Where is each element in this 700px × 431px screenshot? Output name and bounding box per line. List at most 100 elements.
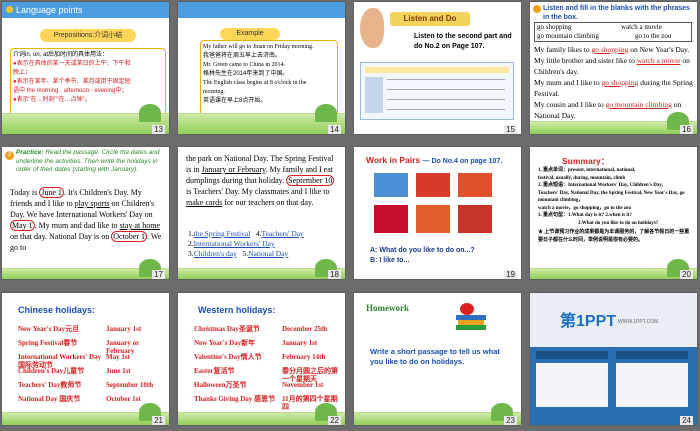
slide-24[interactable]: 第1PPT WWW.1PPT.COM 24 — [530, 293, 697, 425]
holiday-date: May 1st — [106, 353, 130, 361]
fill-text: My family likes to go shopping on New Ye… — [534, 45, 693, 120]
summary-body: 1. 重点单词：present, international, national… — [538, 168, 690, 243]
example-pill: Example — [220, 28, 280, 40]
holiday-date: November 1st — [282, 381, 324, 389]
logo-panel: 第1PPT WWW.1PPT.COM — [530, 293, 697, 347]
slide-17[interactable]: 3 Practice: Read the passage. Circle the… — [2, 147, 169, 279]
answer: Children's day — [193, 249, 237, 258]
circled-date: September 10 — [286, 175, 335, 186]
logo-url: WWW.1PPT.COM — [618, 319, 659, 325]
holiday-name: New Year's Day元旦 — [18, 325, 80, 333]
holiday-date: January 1st — [282, 339, 318, 347]
phrase-box: go shopping watch a movie go mountain cl… — [534, 22, 692, 42]
info-block — [616, 351, 688, 359]
info-block — [536, 351, 608, 359]
instruction: Listen and fill in the blanks with the p… — [543, 5, 691, 21]
answer: Teachers' Day — [261, 229, 304, 238]
footer-grass — [354, 403, 521, 425]
exercise-image — [360, 62, 514, 120]
line: The English class begins at 8 o'clock in… — [203, 80, 307, 86]
holiday-photo — [458, 205, 492, 233]
books-apple-icon — [456, 303, 486, 333]
line: ●表示“在…时刻”“在…点钟”。 — [13, 97, 91, 103]
holiday-name: Christmas Day圣诞节 — [194, 325, 260, 333]
answer: go shopping — [591, 45, 629, 54]
holiday-name: Teachers' Day教师节 — [18, 381, 82, 389]
badge-icon — [533, 5, 541, 13]
circled-date: October 1 — [111, 231, 148, 242]
footer-grass — [530, 259, 697, 279]
answer: watch a movie — [636, 56, 681, 65]
underlined-activity: play sports — [74, 199, 110, 208]
phrase: go to the zoo — [635, 32, 672, 40]
phrase: go mountain climbing — [537, 32, 599, 40]
answers: 1.the Spring Festival 4.Teachers' Day 2.… — [188, 229, 304, 258]
line: 英语课在早上8点开始。 — [203, 98, 267, 104]
slide-number: 21 — [152, 416, 165, 425]
slide-23[interactable]: Homework Write a short passage to tell u… — [354, 293, 521, 425]
holiday-photo — [374, 173, 408, 197]
holiday-date: September 10th — [106, 381, 154, 389]
line: 语中 the morning · afternoon · evening中； — [13, 88, 128, 94]
holiday-photo — [416, 205, 450, 233]
passage: the park on National Day. The Spring Fes… — [186, 154, 335, 207]
slide-20[interactable]: Summary： 1. 重点单词：present, international,… — [530, 147, 697, 279]
holiday-date: October 1st — [106, 395, 141, 403]
instruction: Listen to the second part and do No.2 on… — [414, 33, 512, 50]
holiday-name: New Year's Day新年 — [194, 339, 256, 347]
slide-21[interactable]: Chinese holidays: New Year's Day元旦 Januar… — [2, 293, 169, 425]
slide-number: 13 — [152, 125, 165, 134]
homework-text: Write a short passage to tell us what yo… — [370, 347, 500, 366]
holiday-name: Spring Festival春节 — [18, 339, 78, 347]
line: 我爸爸将在周五早上去济南。 — [203, 53, 282, 59]
question: A: What do you like to do on...? — [370, 247, 475, 254]
line: My father will go to Jinan on Friday mor… — [203, 44, 314, 50]
title-pill: Prepositions:介词小结 — [40, 29, 136, 42]
slide-15[interactable]: Listen and Do Listen to the second part … — [354, 2, 521, 134]
ear-image — [360, 8, 384, 48]
line: 格林先生在2014年来到了中国。 — [203, 71, 289, 77]
instruction: Practice: Read the passage. Circle the d… — [16, 149, 160, 173]
qr-area — [536, 363, 608, 407]
slide-number: 20 — [680, 270, 693, 279]
qr-area — [616, 363, 688, 407]
answer: National Day — [248, 249, 289, 258]
line: Mr. Green came to China in 2014. — [203, 62, 285, 68]
badge-icon: 3 — [5, 151, 14, 160]
slide-number: 17 — [152, 270, 165, 279]
holiday-name: Thanks Giving Day 感恩节 — [194, 395, 276, 403]
holiday-name: Valentine's Day情人节 — [194, 353, 262, 361]
holiday-photo — [374, 205, 408, 233]
circled-date: May 1 — [10, 220, 35, 231]
footer-grass — [530, 112, 697, 134]
line: ●表示在某年、某个季节、某月或用于固定短 — [13, 79, 131, 85]
holiday-date: June 1st — [106, 367, 131, 375]
footer-grass — [178, 259, 345, 279]
top-bar — [178, 2, 345, 18]
summary-title: Summary： — [562, 156, 610, 166]
slide-18[interactable]: the park on National Day. The Spring Fes… — [178, 147, 345, 279]
slide-number: 24 — [680, 416, 693, 425]
phrase: watch a movie — [621, 23, 662, 31]
ppt-logo: 第1PPT — [560, 313, 617, 330]
slide-number: 18 — [328, 270, 341, 279]
holiday-name: Halloween万圣节 — [194, 381, 247, 389]
holiday-name: National Day 国庆节 — [18, 395, 81, 403]
slide-16[interactable]: Listen and fill in the blanks with the p… — [530, 2, 697, 134]
answer: B: I like to... — [370, 257, 410, 264]
line: 晚上； — [13, 70, 32, 76]
title: Western holidays: — [198, 305, 276, 315]
slide-13[interactable]: Language points Prepositions:介词小结 介词in, … — [2, 2, 169, 134]
line: ●表示在具体的某一天或某日的上午、下午和 — [13, 61, 131, 67]
slide-header: Language points — [2, 2, 169, 18]
slide-19[interactable]: Work in Pairs — Do No.4 on page 107. A: … — [354, 147, 521, 279]
slide-number: 16 — [680, 125, 693, 134]
line: 介词in, on, at后加时间的具体用法： — [13, 52, 109, 58]
slide-22[interactable]: Western holidays: Christmas Day圣诞节 Decemb… — [178, 293, 345, 425]
answer: International Workers' Day — [193, 239, 275, 248]
holiday-name: Children's Day儿童节 — [18, 367, 85, 375]
footer-grass — [2, 259, 169, 279]
holiday-photo — [458, 173, 492, 197]
holiday-name: Easter复活节 — [194, 367, 235, 375]
slide-14[interactable]: Example My father will go to Jinan on Fr… — [178, 2, 345, 134]
